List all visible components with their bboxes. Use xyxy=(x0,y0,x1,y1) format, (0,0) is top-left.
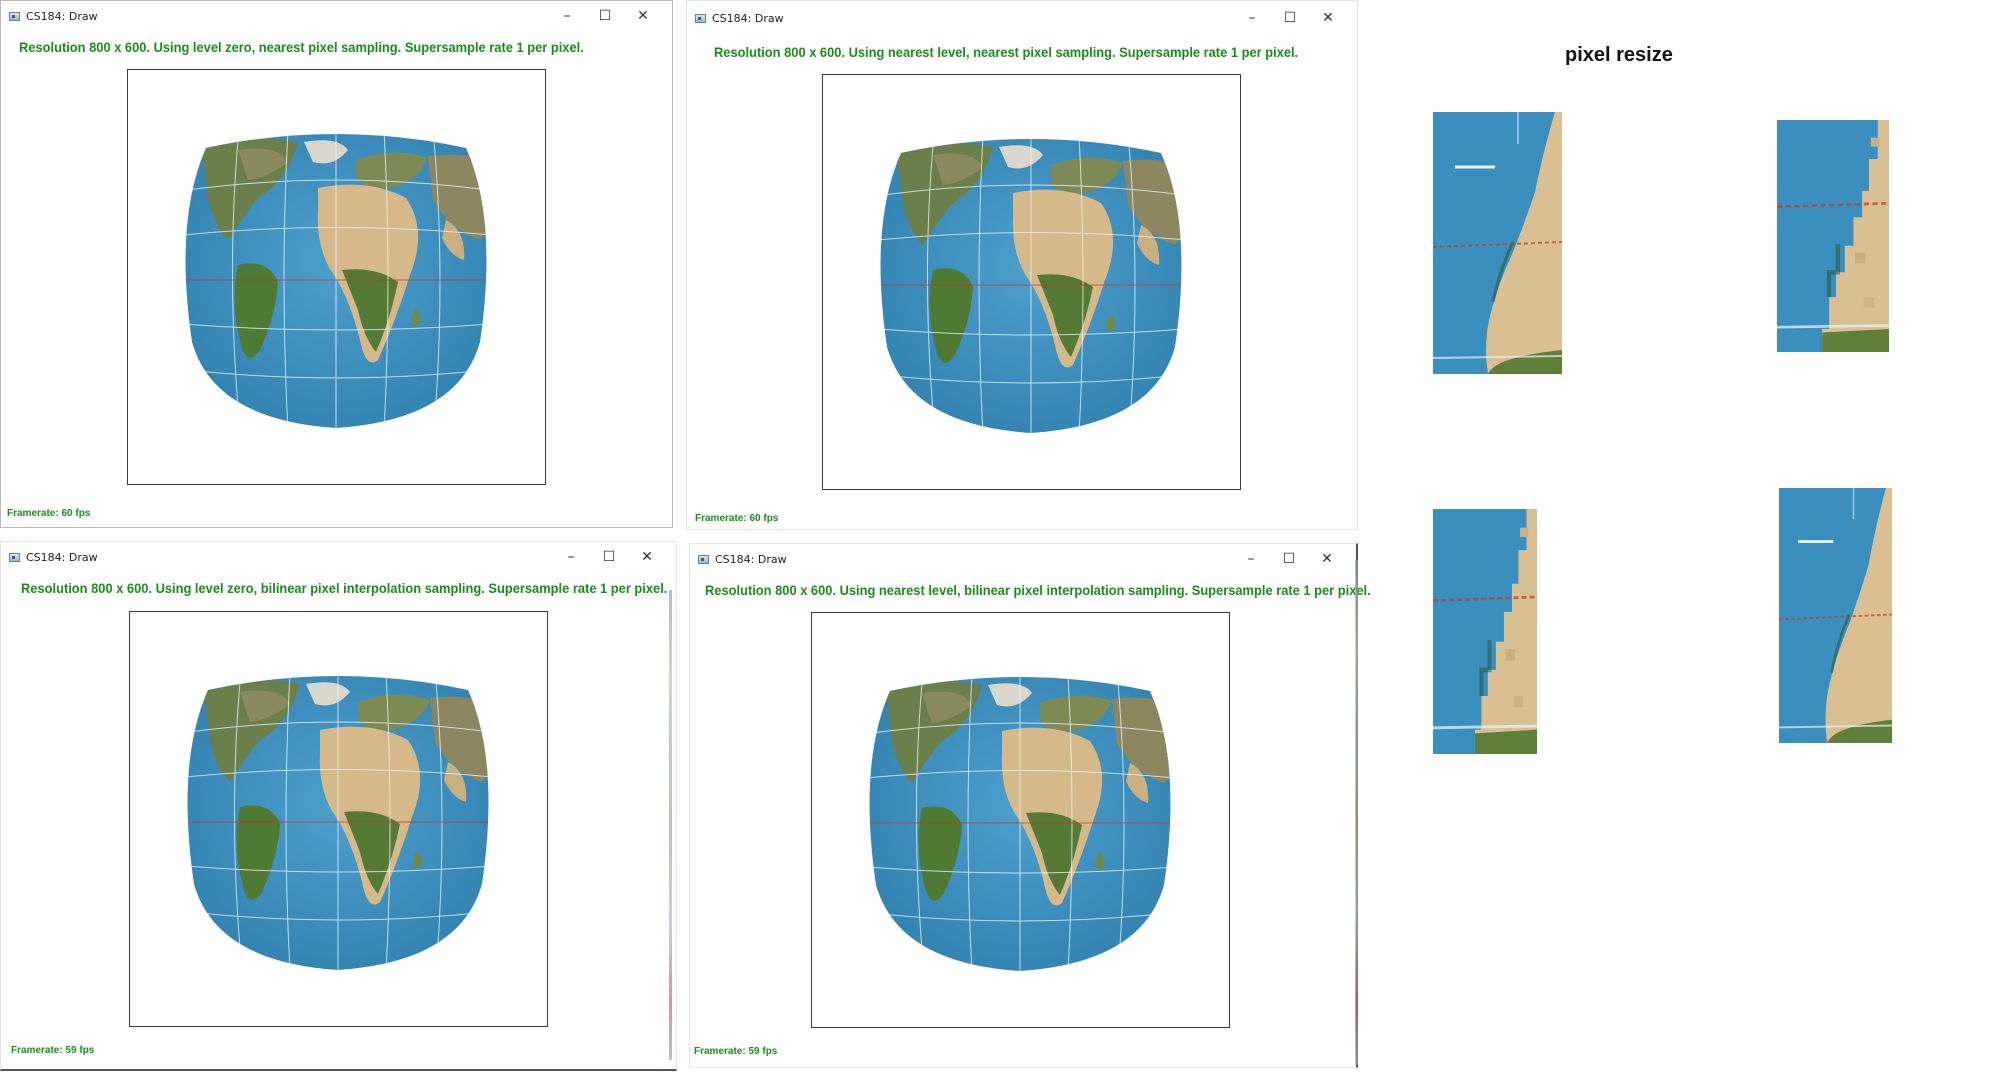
zoom-crop-nearest-nearest-level xyxy=(1777,120,1889,352)
window-title: CS184: Draw xyxy=(715,552,787,566)
app-icon xyxy=(698,554,709,564)
globe-render xyxy=(128,70,545,484)
render-viewport xyxy=(127,69,546,485)
app-icon xyxy=(695,13,706,23)
draw-window-2: CS184: Draw – ☐ ✕ Resolution 800 x 600. … xyxy=(686,0,1358,530)
window-title: CS184: Draw xyxy=(26,9,98,23)
minimize-button[interactable]: – xyxy=(552,542,590,572)
draw-window-4: CS184: Draw – ☐ ✕ Resolution 800 x 600. … xyxy=(689,543,1371,1068)
globe-render xyxy=(130,612,547,1026)
minimize-button[interactable]: – xyxy=(548,1,586,31)
status-text: Resolution 800 x 600. Using nearest leve… xyxy=(714,44,1299,60)
app-icon xyxy=(9,11,20,21)
maximize-button[interactable]: ☐ xyxy=(586,1,624,31)
framerate-text: Framerate: 60 fps xyxy=(7,508,91,519)
close-button[interactable]: ✕ xyxy=(1309,3,1347,33)
draw-window-1: CS184: Draw – ☐ ✕ Resolution 800 x 600. … xyxy=(0,0,673,528)
draw-window-3: CS184: Draw – ☐ ✕ Resolution 800 x 600. … xyxy=(0,541,677,1071)
maximize-button[interactable]: ☐ xyxy=(590,542,628,572)
panel-title: pixel resize xyxy=(1565,44,1673,66)
status-text: Resolution 800 x 600. Using level zero, … xyxy=(21,580,668,596)
window-title: CS184: Draw xyxy=(26,550,98,564)
zoom-crop-bilinear-level-zero xyxy=(1433,509,1537,754)
title-bar[interactable]: CS184: Draw – ☐ ✕ xyxy=(1,542,676,572)
maximize-button[interactable]: ☐ xyxy=(1271,3,1309,33)
globe-render xyxy=(823,75,1240,489)
render-viewport xyxy=(811,612,1230,1028)
framerate-text: Framerate: 60 fps xyxy=(695,513,779,524)
framerate-text: Framerate: 59 fps xyxy=(11,1045,95,1056)
status-text: Resolution 800 x 600. Using level zero, … xyxy=(19,39,584,55)
maximize-button[interactable]: ☐ xyxy=(1270,544,1308,574)
render-viewport xyxy=(822,74,1241,490)
app-icon xyxy=(9,552,20,562)
background-window-edge xyxy=(669,590,672,1060)
window-title: CS184: Draw xyxy=(712,11,784,25)
globe-render xyxy=(812,613,1229,1027)
status-text: Resolution 800 x 600. Using nearest leve… xyxy=(705,582,1371,598)
framerate-text: Framerate: 59 fps xyxy=(694,1046,778,1057)
close-button[interactable]: ✕ xyxy=(628,542,666,572)
zoom-crop-bilinear-nearest-level xyxy=(1779,488,1892,743)
background-window-edge xyxy=(1355,560,1358,1065)
zoom-crop-nearest-level-zero xyxy=(1433,112,1562,374)
title-bar[interactable]: CS184: Draw – ☐ ✕ xyxy=(1,1,672,31)
close-button[interactable]: ✕ xyxy=(1308,544,1346,574)
render-viewport xyxy=(129,611,548,1027)
minimize-button[interactable]: – xyxy=(1233,3,1271,33)
close-button[interactable]: ✕ xyxy=(624,1,662,31)
title-bar[interactable]: CS184: Draw – ☐ ✕ xyxy=(687,3,1357,33)
title-bar[interactable]: CS184: Draw – ☐ ✕ xyxy=(690,544,1356,574)
minimize-button[interactable]: – xyxy=(1232,544,1270,574)
